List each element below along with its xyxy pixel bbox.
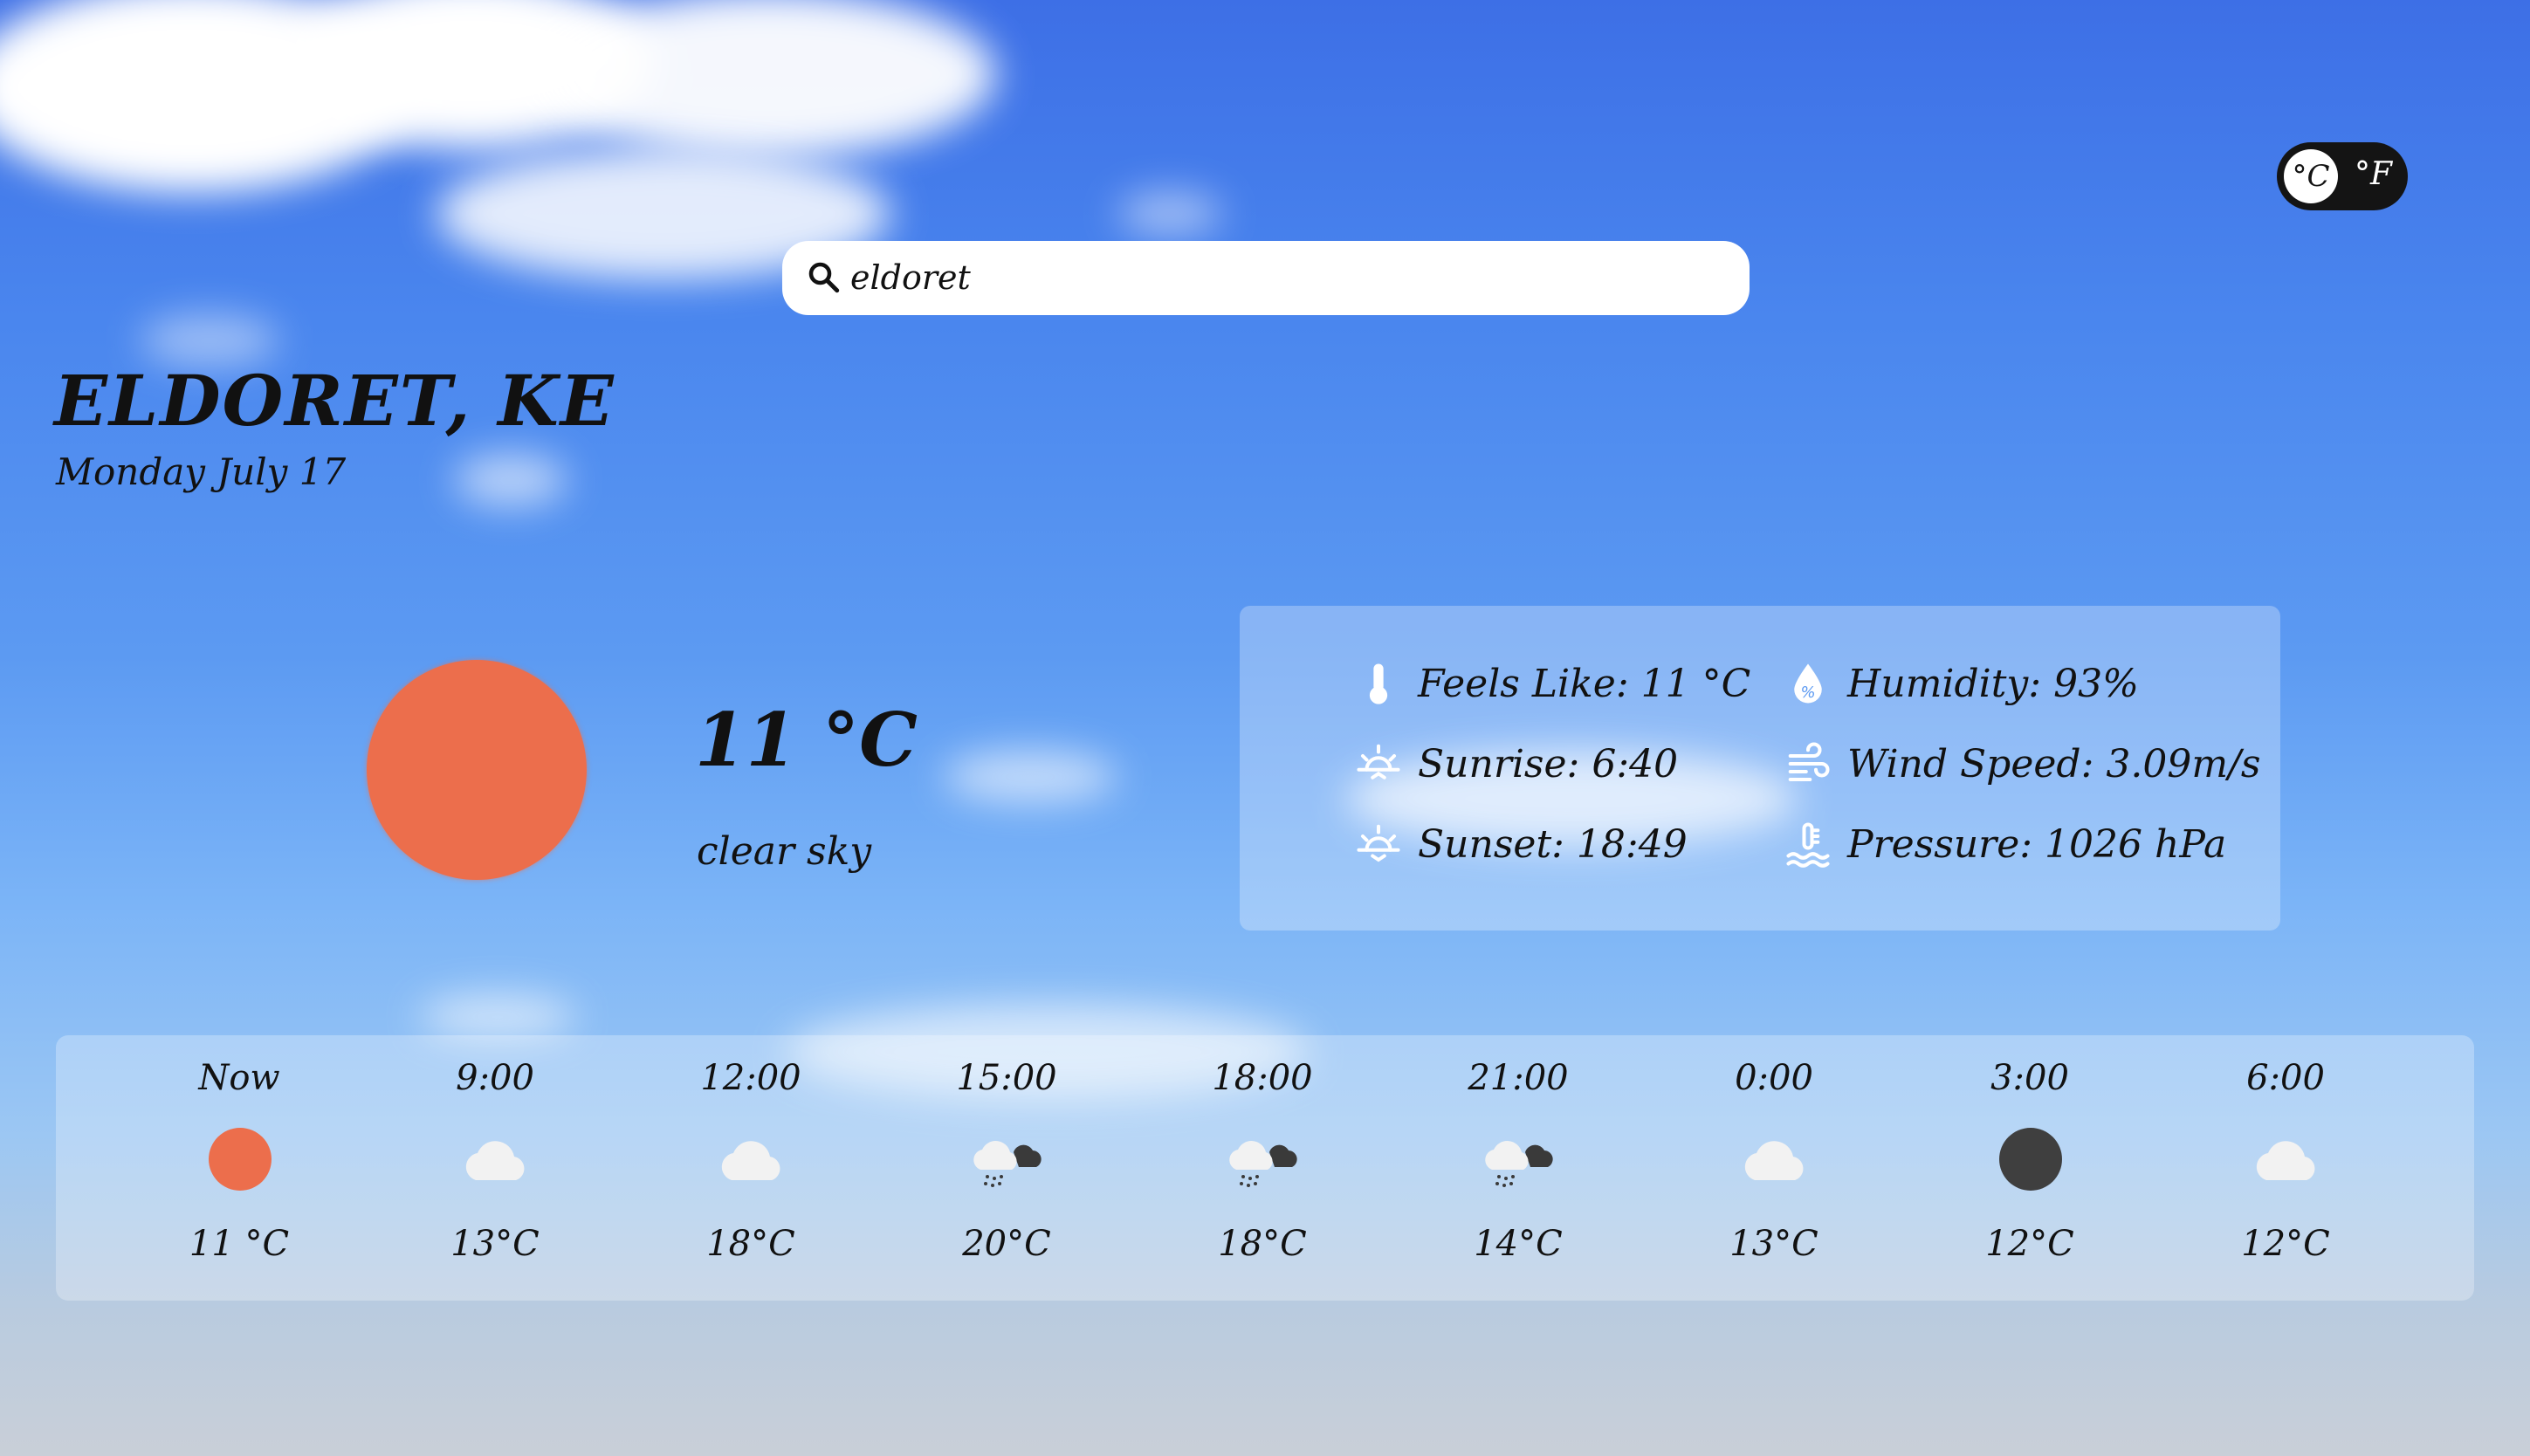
pressure-icon	[1786, 822, 1830, 868]
forecast-time: Now	[198, 1058, 280, 1098]
forecast-time: 21:00	[1468, 1058, 1569, 1098]
cloud-decoration	[541, 0, 995, 157]
forecast-time: 12:00	[700, 1058, 801, 1098]
forecast-temperature: 11 °C	[189, 1224, 290, 1264]
weather-description: clear sky	[697, 829, 872, 874]
forecast-temperature: 12°C	[2241, 1224, 2330, 1264]
forecast-temperature: 18°C	[1218, 1224, 1307, 1264]
thermometer-icon	[1369, 663, 1388, 704]
sun-icon	[201, 1126, 279, 1192]
forecast-item: 6:00 12°C	[2198, 1035, 2373, 1301]
rain-cloud-icon	[1224, 1126, 1303, 1192]
current-date: Monday July 17	[56, 450, 347, 493]
sunrise-detail: Sunrise: 6:40	[1355, 740, 1678, 787]
forecast-item: 21:00 14°C	[1431, 1035, 1605, 1301]
forecast-item: 18:00 18°C	[1175, 1035, 1350, 1301]
cloud-icon	[1736, 1126, 1814, 1192]
weather-details-panel: Feels Like: 11 °C % Humidity: 93% Sunris…	[1240, 606, 2280, 931]
forecast-temperature: 13°C	[450, 1224, 540, 1264]
forecast-time: 3:00	[1990, 1058, 2069, 1098]
sunset-icon	[1357, 824, 1400, 862]
sun-icon	[367, 660, 587, 880]
search-bar[interactable]	[782, 241, 1750, 315]
forecast-temperature: 18°C	[706, 1224, 795, 1264]
forecast-item: 12:00 18°C	[663, 1035, 838, 1301]
svg-text:%: %	[1800, 683, 1815, 702]
cloud-decoration	[1117, 192, 1222, 236]
cloud-icon	[712, 1126, 791, 1192]
forecast-temperature: 12°C	[1985, 1224, 2074, 1264]
forecast-item: 0:00 13°C	[1687, 1035, 1861, 1301]
forecast-item: 3:00 12°C	[1942, 1035, 2117, 1301]
forecast-time: 15:00	[956, 1058, 1057, 1098]
feels-like-value: Feels Like: 11 °C	[1418, 661, 1751, 706]
sunset-value: Sunset: 18:49	[1418, 821, 1688, 867]
cloud-icon	[457, 1126, 535, 1192]
humidity-detail: % Humidity: 93%	[1784, 660, 2139, 707]
hourly-forecast: Now 11 °C 9:00 13°C 12:00 18°C 15:00 20°C 18:00 1…	[56, 1035, 2474, 1301]
forecast-temperature: 14°C	[1474, 1224, 1563, 1264]
city-name: ELDORET, KE	[54, 360, 615, 442]
search-icon[interactable]	[805, 258, 842, 295]
forecast-time: 0:00	[1735, 1058, 1813, 1098]
cloud-decoration	[943, 751, 1117, 803]
rain-cloud-icon	[968, 1126, 1047, 1192]
forecast-item: Now 11 °C	[152, 1035, 327, 1301]
celsius-option[interactable]: °C	[2284, 149, 2338, 203]
cloud-decoration	[454, 454, 567, 506]
unit-toggle[interactable]: °C °F	[2277, 142, 2408, 210]
cloud-decoration	[419, 995, 576, 1039]
fahrenheit-option[interactable]: °F	[2355, 156, 2392, 192]
forecast-time: 6:00	[2246, 1058, 2325, 1098]
wind-speed-detail: Wind Speed: 3.09m/s	[1784, 740, 2260, 787]
forecast-time: 9:00	[456, 1058, 534, 1098]
pressure-value: Pressure: 1026 hPa	[1847, 821, 2227, 867]
humidity-icon: %	[1794, 663, 1822, 704]
sunrise-value: Sunrise: 6:40	[1418, 741, 1679, 786]
current-temperature: 11 °C	[695, 697, 918, 783]
forecast-temperature: 13°C	[1729, 1224, 1818, 1264]
wind-speed-value: Wind Speed: 3.09m/s	[1847, 741, 2261, 786]
sunset-detail: Sunset: 18:49	[1355, 821, 1688, 868]
wind-icon	[1788, 742, 1830, 782]
forecast-item: 9:00 13°C	[408, 1035, 582, 1301]
cloud-icon	[2247, 1126, 2326, 1192]
rain-cloud-icon	[1480, 1126, 1558, 1192]
forecast-item: 15:00 20°C	[919, 1035, 1094, 1301]
humidity-value: Humidity: 93%	[1847, 661, 2139, 706]
forecast-temperature: 20°C	[962, 1224, 1051, 1264]
cloud-decoration	[140, 314, 279, 367]
forecast-time: 18:00	[1212, 1058, 1313, 1098]
feels-like-detail: Feels Like: 11 °C	[1355, 660, 1750, 707]
sunrise-icon	[1357, 744, 1400, 780]
pressure-detail: Pressure: 1026 hPa	[1784, 821, 2226, 868]
search-input[interactable]	[850, 251, 1706, 304]
moon-icon	[1991, 1126, 2070, 1192]
